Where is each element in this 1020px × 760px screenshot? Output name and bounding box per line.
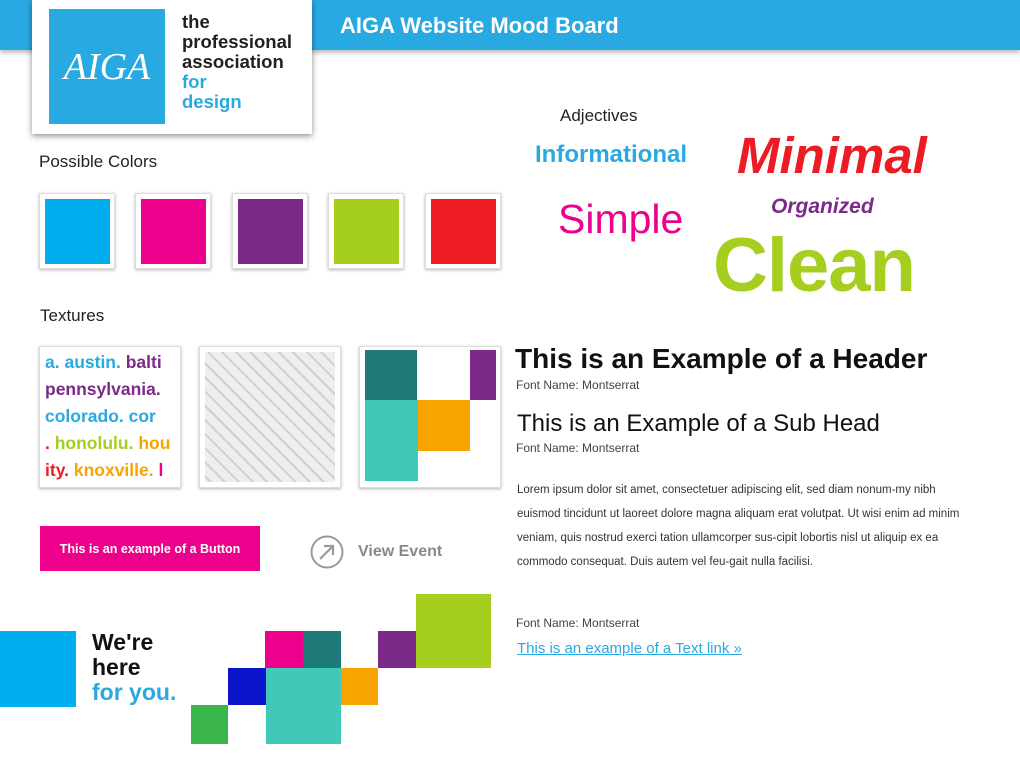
city-line: ity. knoxville. l (45, 457, 180, 484)
city-line: . honolulu. hou (45, 430, 180, 457)
city-line: pennsylvania. (45, 376, 180, 403)
city-name: cor (128, 406, 156, 426)
banner-line: for you. (92, 679, 177, 705)
board-title: AIGA Website Mood Board (340, 13, 619, 38)
banner-line: We're (92, 629, 154, 655)
city-name: balti (125, 352, 162, 372)
adjective-organized: Organized (771, 195, 874, 218)
textures-label: Textures (40, 306, 105, 325)
example-text-link[interactable]: This is an example of a Text link » (517, 640, 742, 657)
logo-tagline: the professional association for design (182, 12, 292, 112)
city-name: pennsylvania. (45, 379, 161, 399)
texture-diagonal-hatch (199, 346, 341, 488)
tagline-line: design (182, 91, 242, 112)
adjective-informational: Informational (535, 141, 688, 168)
city-name: . (45, 433, 55, 453)
adjective-clean: Clean (713, 223, 916, 308)
example-button[interactable]: This is an example of a Button (40, 526, 260, 571)
banner-headline: We're here for you. (92, 630, 176, 705)
logo-mark: AIGA (49, 9, 165, 124)
color-swatch-blue (39, 193, 115, 269)
city-name: a. austin. (45, 352, 126, 372)
header-font-name: Font Name: Montserrat (516, 378, 640, 392)
color-swatch-red (425, 193, 501, 269)
body-paragraph: Lorem ipsum dolor sit amet, consectetuer… (517, 484, 960, 568)
city-line: colorado. cor (45, 403, 180, 430)
logo-mark-text: AIGA (63, 45, 151, 88)
tagline-line: the (182, 11, 210, 32)
texture-city-names: a. austin. balti pennsylvania. colorado.… (39, 346, 181, 488)
body-font-name: Font Name: Montserrat (516, 616, 640, 630)
city-name: hou (138, 433, 171, 453)
colors-label: Possible Colors (39, 152, 158, 171)
color-swatch-magenta (135, 193, 211, 269)
color-swatch-green (328, 193, 404, 269)
tagline-line: association (182, 51, 284, 72)
subhead-font-name: Font Name: Montserrat (516, 441, 640, 455)
city-name: ity. (45, 460, 74, 480)
adjectives-label: Adjectives (560, 106, 638, 125)
view-event-link[interactable]: View Event (310, 535, 442, 569)
view-event-label: View Event (358, 543, 443, 560)
tagline-line: for (182, 71, 207, 92)
arrow-circle-icon (310, 535, 344, 569)
texture-color-blocks (359, 346, 501, 488)
aiga-logo: AIGA the professional association for de… (32, 0, 312, 134)
tagline-line: professional (182, 31, 292, 52)
example-subhead: This is an Example of a Sub Head (517, 410, 880, 437)
banner-line: here (92, 654, 141, 680)
adjective-simple: Simple (558, 196, 684, 242)
promo-banner: We're here for you. (0, 594, 491, 744)
example-header: This is an Example of a Header (515, 343, 928, 374)
color-swatch-purple (232, 193, 308, 269)
city-names-list: a. austin. balti pennsylvania. colorado.… (40, 347, 180, 484)
city-name: colorado. (45, 406, 129, 426)
city-line: a. austin. balti (45, 349, 180, 376)
city-name: l (158, 460, 164, 480)
adjective-minimal: Minimal (737, 127, 927, 184)
city-name: knoxville. (73, 460, 159, 480)
city-name: honolulu. (54, 433, 139, 453)
